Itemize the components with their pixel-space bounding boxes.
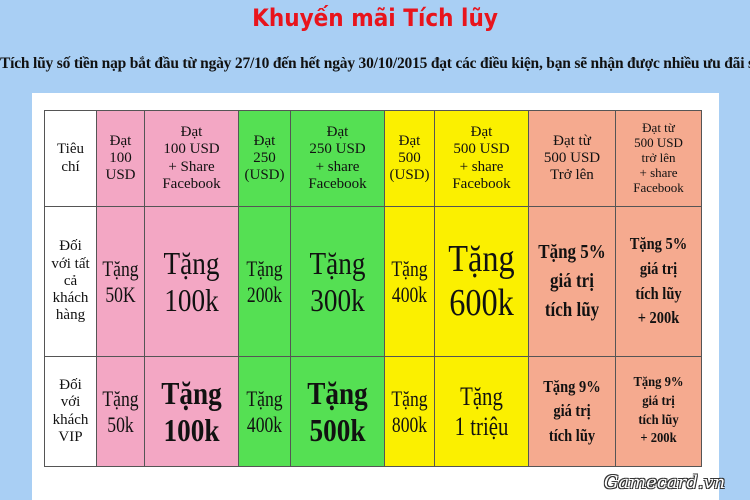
header-cell: Đạt từ 500 USD Trở lên	[528, 110, 616, 207]
table-row: Đối với khách VIP Tặng 50k Tặng 100k Tặng 4…	[44, 356, 702, 467]
criteria-cell: Đối với khách VIP	[44, 356, 97, 467]
criteria-cell: Đối với tất cả khách hàng	[44, 206, 97, 357]
reward-cell: Tặng 200k	[238, 206, 291, 357]
reward-cell: Tặng 400k	[384, 206, 435, 357]
reward-cell: Tặng 50k	[96, 356, 145, 467]
reward-cell: Tặng 500k	[290, 356, 385, 467]
header-cell: Đạt từ 500 USD trở lên + share Facebook	[615, 110, 702, 207]
promo-description: Tích lũy số tiền nạp bắt đầu từ ngày 27/…	[0, 55, 750, 72]
header-cell: Đạt 250 USD + share Facebook	[290, 110, 385, 207]
reward-cell: Tặng 5% giá trị tích lũy + 200k	[615, 206, 702, 357]
reward-cell: Tặng 100k	[144, 356, 239, 467]
reward-cell: Tặng 9% giá trị tích lũy	[528, 356, 616, 467]
reward-cell: Tặng 9% giá trị tích lũy + 200k	[615, 356, 702, 467]
reward-cell: Tặng 50K	[96, 206, 145, 357]
header-row: Tiêu chí Đạt 100 USD Đạt 100 USD + Share Face…	[44, 110, 702, 207]
page-title: Khuyến mãi Tích lũy	[252, 4, 498, 32]
header-cell: Đạt 250 (USD)	[238, 110, 291, 207]
reward-cell: Tặng 300k	[290, 206, 385, 357]
reward-cell: Tặng 100k	[144, 206, 239, 357]
header-cell: Đạt 500 USD + share Facebook	[434, 110, 529, 207]
reward-cell: Tặng 800k	[384, 356, 435, 467]
reward-cell: Tặng 1 triệu	[434, 356, 529, 467]
promotion-table: Tiêu chí Đạt 100 USD Đạt 100 USD + Share Face…	[44, 110, 702, 467]
table-row: Đối với tất cả khách hàng Tặng 50K Tặng 10…	[44, 206, 702, 357]
watermark-logo: Gamecard.vn	[604, 472, 726, 493]
header-cell: Đạt 500 (USD)	[384, 110, 435, 207]
header-cell: Đạt 100 USD	[96, 110, 145, 207]
reward-cell: Tặng 400k	[238, 356, 291, 467]
reward-cell: Tặng 5% giá trị tích lũy	[528, 206, 616, 357]
header-cell: Đạt 100 USD + Share Facebook	[144, 110, 239, 207]
reward-cell: Tặng 600k	[434, 206, 529, 357]
criteria-header: Tiêu chí	[44, 110, 97, 207]
